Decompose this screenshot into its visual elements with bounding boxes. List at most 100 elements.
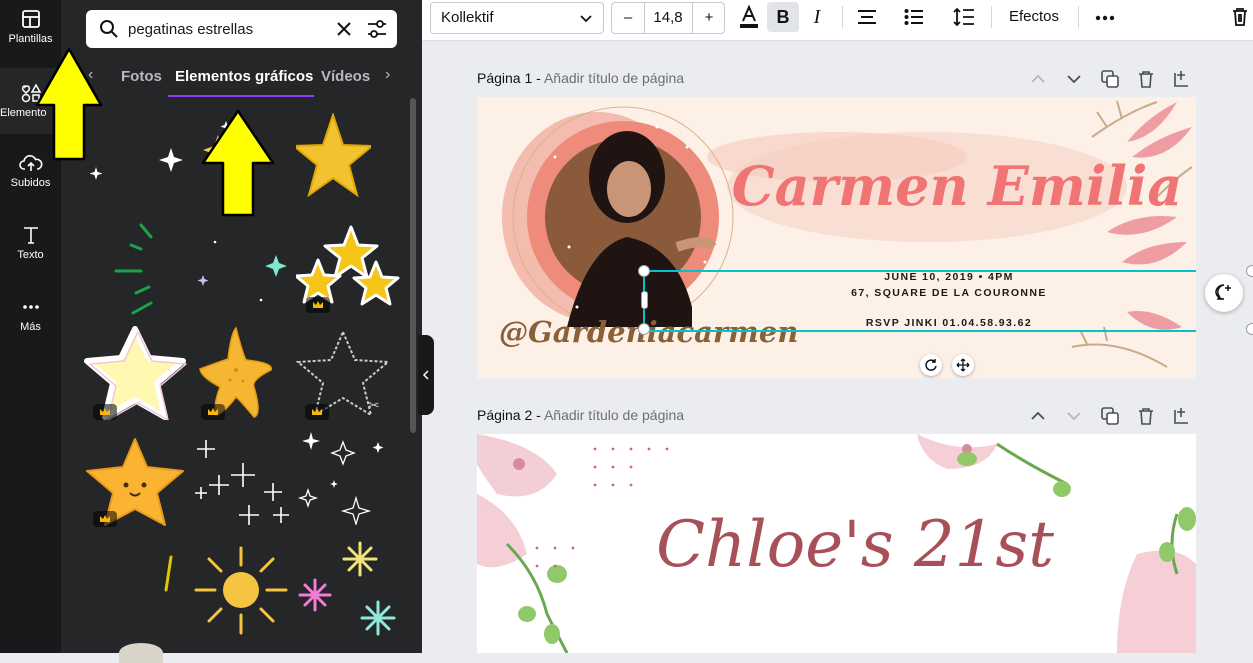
rail-item-text[interactable]: Texto — [0, 224, 61, 286]
search-box[interactable] — [86, 10, 397, 48]
page-2-canvas[interactable]: Chloe's 21st — [477, 434, 1196, 653]
toolbar-divider — [1078, 6, 1079, 28]
increase-size-button[interactable]: + — [692, 3, 725, 33]
spacing-button[interactable] — [949, 2, 979, 32]
colored-bursts-sticker[interactable] — [296, 538, 406, 643]
resize-handle[interactable] — [638, 265, 650, 277]
text-color-icon — [740, 4, 758, 28]
panel-scrollbar[interactable] — [410, 98, 416, 433]
rail-label: Más — [20, 321, 41, 333]
italic-button[interactable]: I — [802, 2, 832, 32]
tab-graphics[interactable]: Elementos gráficos — [175, 68, 313, 85]
bold-button[interactable]: B — [767, 2, 799, 32]
list-button[interactable] — [899, 2, 929, 32]
resize-handle[interactable] — [1246, 265, 1253, 277]
gold-star-sticker[interactable] — [296, 113, 371, 208]
rotate-button[interactable] — [920, 354, 942, 376]
premium-badge — [201, 404, 225, 420]
toolbar-divider — [842, 6, 843, 28]
font-family-select[interactable]: Kollektif — [430, 2, 604, 34]
rail-item-more[interactable]: Más — [0, 296, 61, 358]
comment-add-icon — [1215, 284, 1231, 300]
effects-button[interactable]: Efectos — [1000, 2, 1068, 32]
party-title[interactable]: Chloe's 21st — [656, 508, 1054, 582]
more-horizontal-icon — [1095, 15, 1115, 21]
page-1-canvas[interactable]: Carmen Emilia JUNE 10, 2019 • 4PM 67, SQ… — [477, 97, 1196, 378]
editor-toolbar: Kollektif – 14,8 + B I Efectos — [422, 0, 1253, 41]
delete-button[interactable] — [1230, 2, 1250, 32]
line-spacing-icon — [953, 7, 974, 27]
more-icon — [22, 305, 39, 309]
green-burst-sticker[interactable] — [111, 215, 161, 320]
sun-sticker[interactable] — [191, 543, 291, 638]
yellow-dash-sticker[interactable] — [156, 552, 181, 597]
rotate-icon — [925, 359, 937, 371]
chevron-left-icon — [422, 370, 429, 380]
toolbar-divider — [991, 6, 992, 28]
text-icon — [23, 227, 38, 244]
tiny-sparkles-sticker[interactable] — [191, 230, 291, 310]
premium-badge — [93, 511, 117, 527]
move-down-icon[interactable] — [1063, 68, 1085, 90]
white-sparkles-sticker[interactable] — [191, 435, 291, 535]
delete-page-icon[interactable] — [1135, 68, 1157, 90]
outline-sparkles-sticker[interactable] — [296, 430, 396, 525]
crown-icon — [313, 301, 323, 308]
font-size-control: – 14,8 + — [611, 2, 725, 34]
trash-icon — [1233, 8, 1247, 26]
resize-handle[interactable] — [638, 323, 650, 335]
tab-videos[interactable]: Vídeos — [321, 68, 370, 85]
rail-label: Texto — [17, 249, 44, 261]
more-options-button[interactable] — [1090, 2, 1120, 32]
filter-icon[interactable] — [366, 19, 388, 39]
search-icon — [100, 20, 118, 38]
bullet-list-icon — [904, 9, 923, 25]
invite-title[interactable]: Carmen Emilia — [732, 154, 1183, 218]
page-number-label: Página 1 - — [477, 70, 541, 86]
font-size-input[interactable]: 14,8 — [645, 3, 691, 33]
active-tab-indicator — [168, 95, 314, 97]
premium-badge — [305, 404, 329, 420]
collapse-panel-button[interactable] — [418, 335, 434, 415]
add-page-title-link[interactable]: Añadir título de página — [544, 70, 684, 86]
delete-page-icon[interactable] — [1135, 405, 1157, 427]
tabs-scroll-right-icon[interactable]: › — [385, 66, 390, 84]
add-page-title-link[interactable]: Añadir título de página — [544, 407, 684, 423]
elements-panel: ‹ Fotos Elementos gráficos Vídeos › — [35, 0, 422, 663]
add-comment-button[interactable] — [1205, 274, 1243, 312]
move-down-icon[interactable] — [1063, 405, 1085, 427]
page-title: Página 2 - Añadir título de página — [477, 407, 684, 423]
text-color-button[interactable] — [734, 2, 764, 32]
side-resize-handle[interactable] — [641, 291, 648, 309]
page-number-label: Página 2 - — [477, 407, 541, 423]
decrease-size-button[interactable]: – — [612, 3, 645, 33]
duplicate-page-icon[interactable] — [1099, 405, 1121, 427]
add-page-icon[interactable] — [1171, 405, 1193, 427]
svg-text:✂: ✂ — [368, 398, 380, 414]
search-input[interactable] — [128, 10, 328, 48]
add-page-icon[interactable] — [1171, 68, 1193, 90]
rail-label: Plantillas — [8, 33, 53, 45]
bold-icon: B — [776, 7, 790, 27]
duplicate-page-icon[interactable] — [1099, 68, 1121, 90]
move-button[interactable] — [952, 354, 974, 376]
tab-photos[interactable]: Fotos — [121, 68, 162, 85]
move-icon — [956, 358, 970, 372]
text-selection-box[interactable] — [643, 270, 1196, 332]
page-2-artwork: Chloe's 21st — [477, 434, 1196, 653]
move-up-icon[interactable] — [1027, 68, 1049, 90]
move-up-icon[interactable] — [1027, 405, 1049, 427]
partial-sticker[interactable] — [119, 643, 163, 663]
align-button[interactable] — [852, 2, 882, 32]
crown-icon — [208, 408, 218, 415]
crown-icon — [100, 515, 110, 522]
yellow-arrow-annotation — [35, 47, 103, 161]
crown-icon — [100, 408, 110, 415]
align-center-icon — [858, 10, 876, 24]
yellow-arrow-annotation — [201, 109, 275, 217]
crown-icon — [312, 408, 322, 415]
page-1-artwork: Carmen Emilia JUNE 10, 2019 • 4PM 67, SQ… — [499, 100, 1193, 368]
font-family-value: Kollektif — [441, 9, 494, 26]
resize-handle[interactable] — [1246, 323, 1253, 335]
clear-search-icon[interactable] — [336, 21, 352, 37]
